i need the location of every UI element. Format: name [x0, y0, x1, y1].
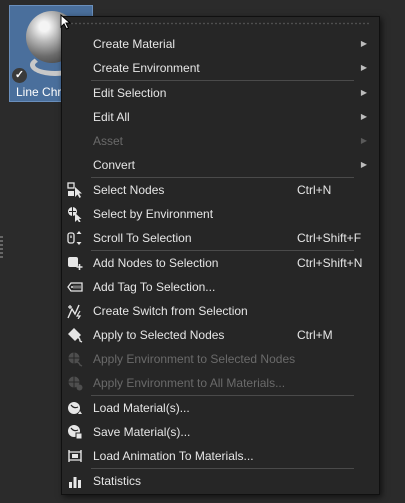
submenu-arrow-icon: ▶	[360, 39, 367, 48]
menu-item-shortcut: Ctrl+N	[297, 183, 332, 197]
menu-item-create-material[interactable]: Create Material ▶	[62, 32, 379, 56]
menu-item-edit-all[interactable]: Edit All ▶	[62, 105, 379, 129]
menu-item-load-materials[interactable]: Load Material(s)...	[62, 396, 379, 420]
menu-item-label: Statistics	[93, 474, 142, 488]
menu-item-apply-environment-to-selected-nodes: Apply Environment to Selected Nodes	[62, 347, 379, 371]
menu-item-label: Create Environment	[93, 61, 200, 75]
panel-splitter-handle[interactable]	[0, 236, 3, 258]
menu-item-shortcut: Ctrl+Shift+F	[297, 231, 362, 245]
context-menu: Create Material ▶ Create Environment ▶ E…	[61, 16, 380, 495]
menu-item-label: Apply Environment to All Materials...	[93, 376, 286, 390]
menu-item-convert[interactable]: Convert ▶	[62, 153, 379, 177]
menu-item-label: Edit Selection	[93, 86, 167, 100]
tag-icon	[67, 282, 83, 292]
menu-item-label: Create Switch from Selection	[93, 304, 248, 318]
menu-item-label: Create Material	[93, 37, 176, 51]
menu-item-shortcut: Ctrl+M	[297, 328, 333, 342]
menu-item-label: Apply Environment to Selected Nodes	[93, 352, 296, 366]
menu-item-statistics[interactable]: Statistics	[62, 469, 379, 493]
menu-item-apply-to-selected-nodes[interactable]: Apply to Selected Nodes Ctrl+M	[62, 323, 379, 347]
select-by-environment-icon	[68, 207, 82, 222]
menu-item-label: Apply to Selected Nodes	[93, 328, 225, 342]
menu-item-label: Load Animation To Materials...	[93, 449, 254, 463]
menu-item-label: Select Nodes	[93, 183, 165, 197]
load-animation-icon	[68, 450, 82, 462]
checkmark-badge-icon: ✓	[12, 68, 27, 83]
menu-item-asset: Asset ▶	[62, 129, 379, 153]
menu-item-load-animation-to-materials[interactable]: Load Animation To Materials...	[62, 444, 379, 468]
select-nodes-icon	[67, 182, 82, 198]
switch-icon	[67, 304, 82, 319]
menu-item-label: Edit All	[93, 110, 130, 124]
submenu-arrow-icon: ▶	[360, 63, 367, 72]
menu-item-label: Asset	[93, 134, 124, 148]
load-material-icon	[68, 402, 82, 414]
submenu-arrow-icon: ▶	[360, 160, 367, 169]
submenu-arrow-icon: ▶	[360, 112, 367, 121]
menu-item-label: Convert	[93, 158, 136, 172]
apply-environment-all-icon	[68, 376, 83, 391]
menu-item-scroll-to-selection[interactable]: Scroll To Selection Ctrl+Shift+F	[62, 226, 379, 250]
menu-item-shortcut: Ctrl+Shift+N	[297, 256, 363, 270]
save-material-icon	[68, 425, 83, 440]
add-nodes-icon	[68, 257, 83, 270]
menu-item-label: Load Material(s)...	[93, 401, 190, 415]
menu-item-label: Scroll To Selection	[93, 231, 192, 245]
scroll-to-selection-icon	[67, 231, 82, 245]
menu-item-create-switch-from-selection[interactable]: Create Switch from Selection	[62, 299, 379, 323]
mouse-cursor-icon	[60, 14, 72, 30]
menu-item-apply-environment-to-all-materials: Apply Environment to All Materials...	[62, 371, 379, 395]
menu-item-save-materials[interactable]: Save Material(s)...	[62, 420, 379, 444]
statistics-icon	[69, 477, 81, 488]
menu-item-create-environment[interactable]: Create Environment ▶	[62, 56, 379, 80]
submenu-arrow-icon: ▶	[360, 136, 367, 145]
menu-item-add-nodes-to-selection[interactable]: Add Nodes to Selection Ctrl+Shift+N	[62, 251, 379, 275]
menu-item-add-tag-to-selection[interactable]: Add Tag To Selection...	[62, 275, 379, 299]
apply-nodes-icon	[68, 328, 83, 343]
submenu-arrow-icon: ▶	[360, 88, 367, 97]
menu-item-select-nodes[interactable]: Select Nodes Ctrl+N	[62, 178, 379, 202]
menu-item-select-by-environment[interactable]: Select by Environment	[62, 202, 379, 226]
menu-item-label: Add Nodes to Selection	[93, 256, 219, 270]
menu-item-label: Select by Environment	[93, 207, 214, 221]
menu-item-label: Save Material(s)...	[93, 425, 191, 439]
menu-tearoff-handle[interactable]	[70, 22, 371, 25]
menu-item-label: Add Tag To Selection...	[93, 280, 216, 294]
apply-environment-icon	[68, 352, 83, 367]
menu-item-edit-selection[interactable]: Edit Selection ▶	[62, 81, 379, 105]
